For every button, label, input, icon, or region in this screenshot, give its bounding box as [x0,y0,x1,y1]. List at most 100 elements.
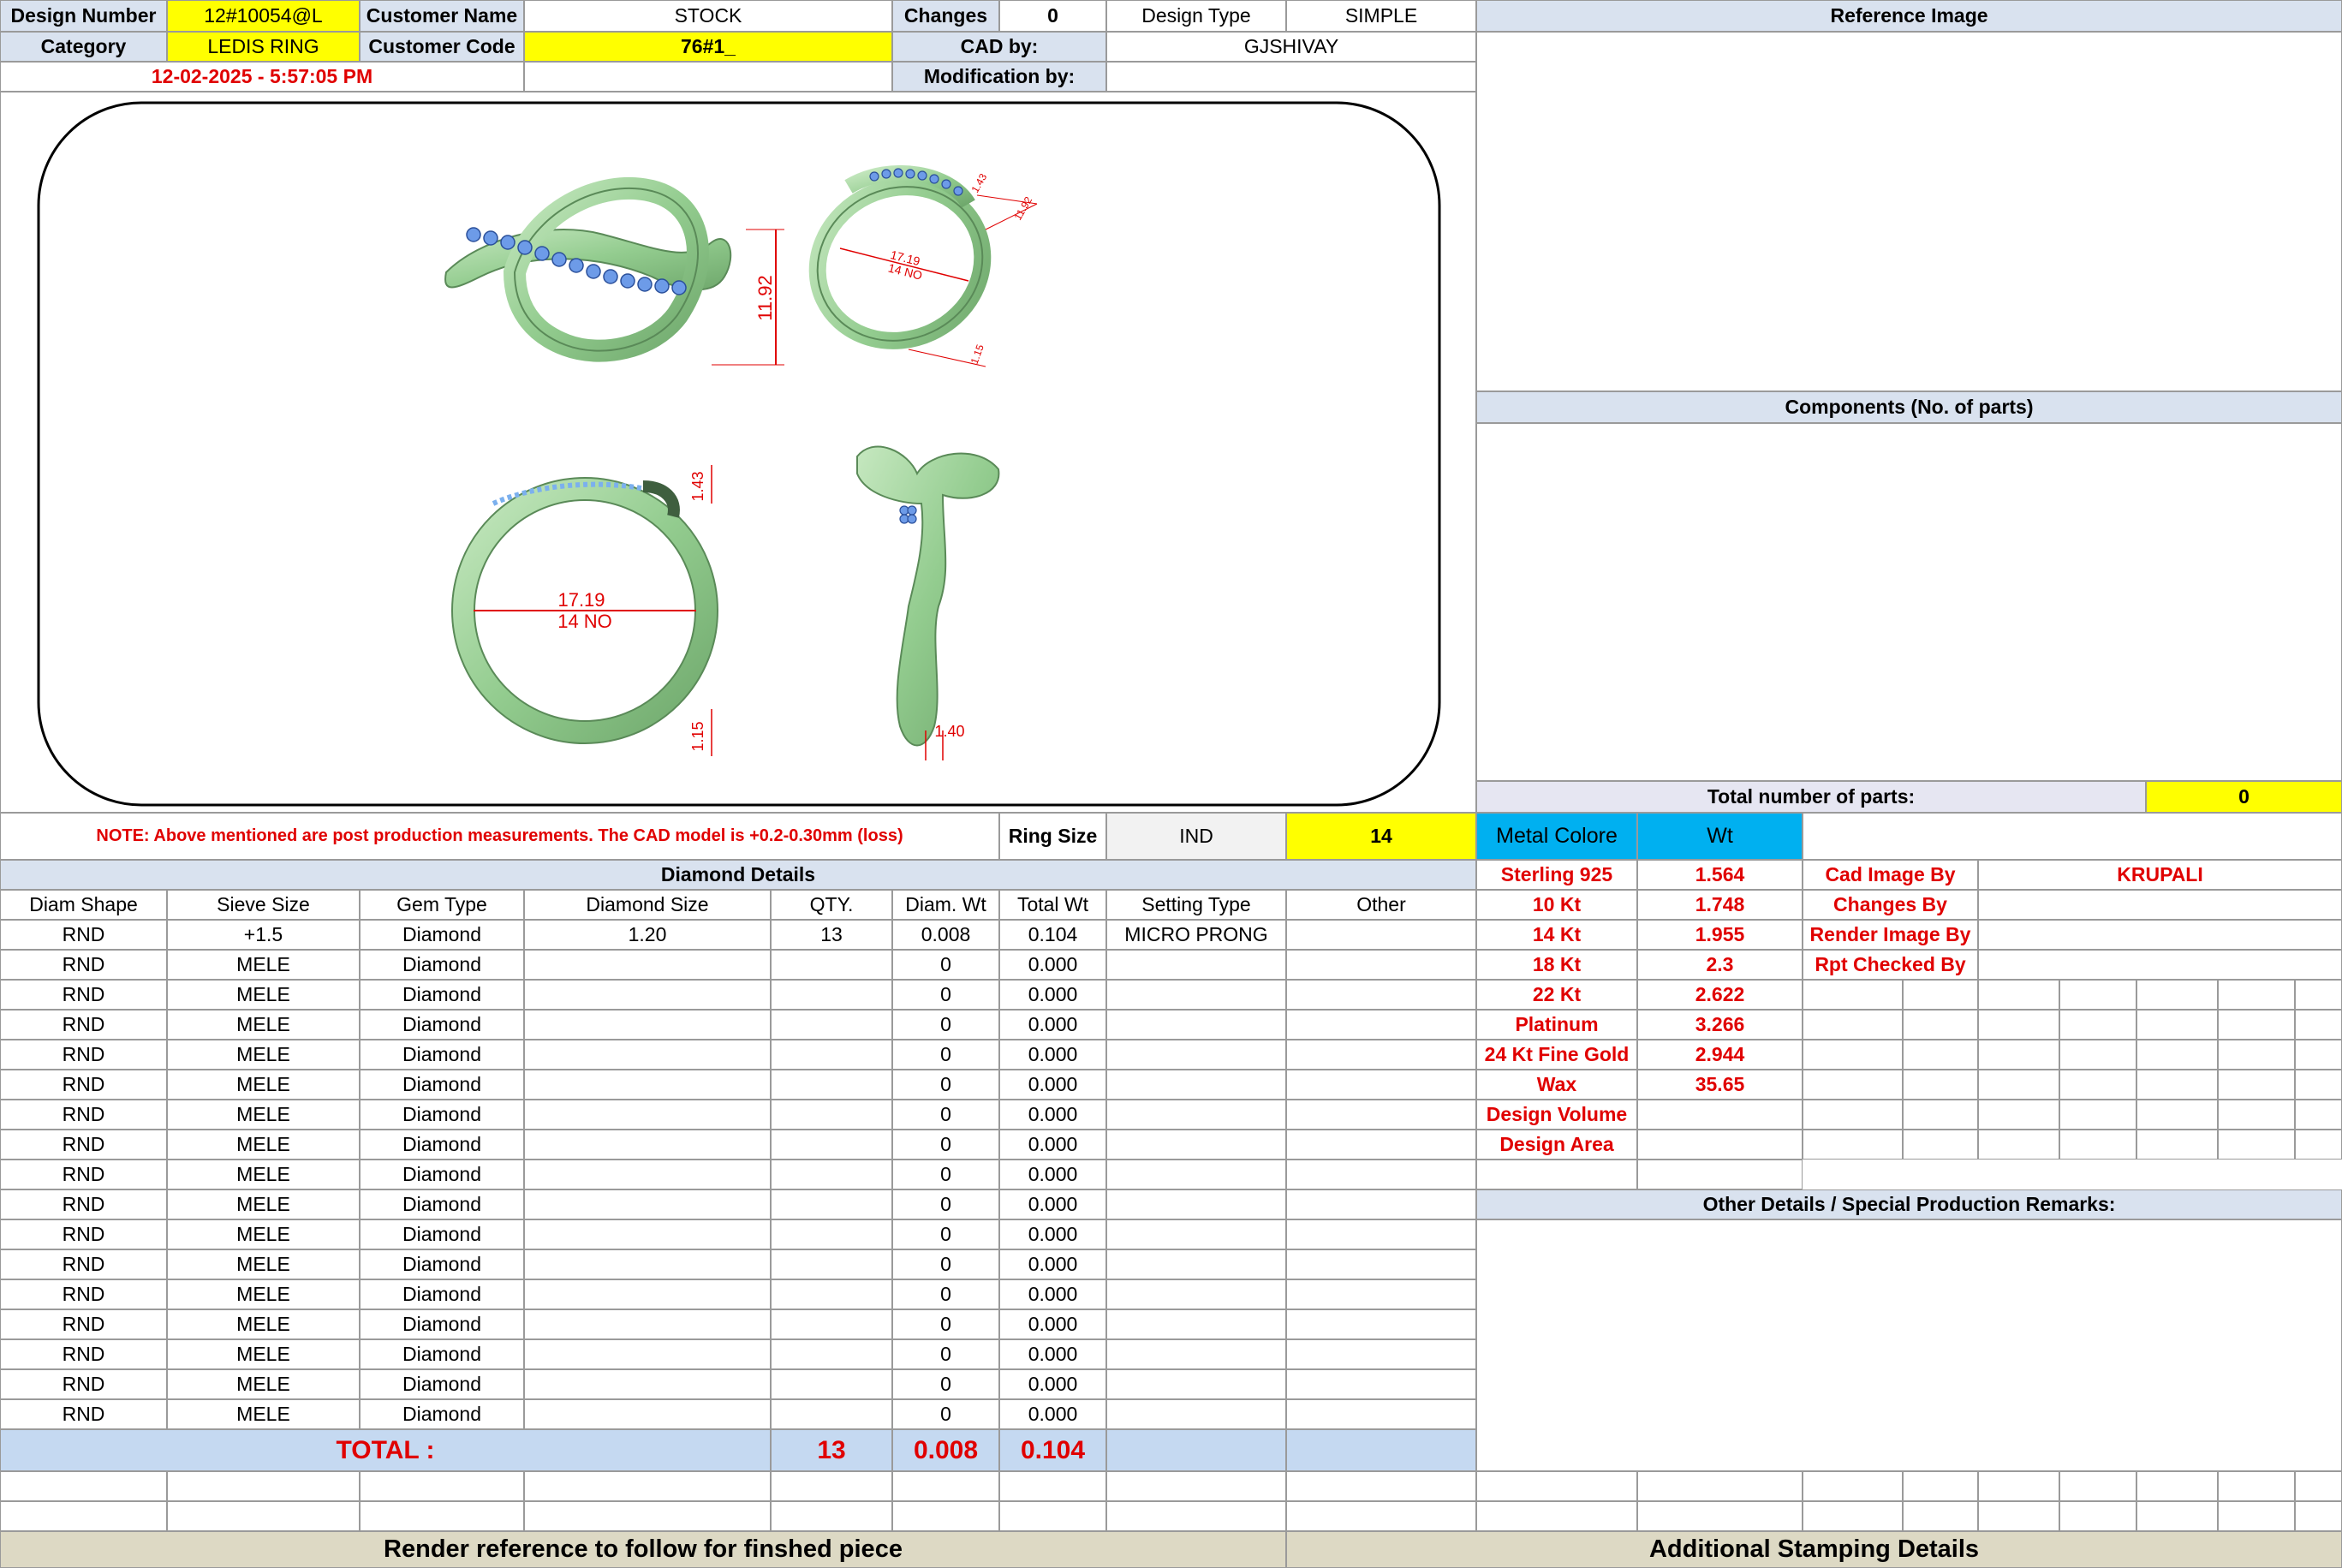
table-cell-diam-wt[interactable]: 0 [892,1249,999,1279]
table-cell-total-wt[interactable]: 0.000 [999,950,1106,980]
table-cell-diamond-size[interactable] [524,1070,771,1100]
table-cell-gem-type[interactable]: Diamond [360,1249,524,1279]
table-cell-gem-type[interactable]: Diamond [360,1339,524,1369]
table-cell-other[interactable] [1286,1339,1476,1369]
table-cell-diam-wt[interactable]: 0 [892,1040,999,1070]
metal-wt[interactable] [1637,1100,1803,1130]
table-cell-setting-type[interactable] [1106,1100,1286,1130]
table-cell-setting-type[interactable] [1106,1010,1286,1040]
metal-wt[interactable]: 1.564 [1637,860,1803,890]
metal-wt[interactable] [1637,1130,1803,1160]
table-cell-diam-wt[interactable]: 0 [892,1339,999,1369]
table-cell-qty[interactable] [771,1279,892,1309]
table-cell-sieve-size[interactable]: MELE [167,1010,360,1040]
table-cell-other[interactable] [1286,1369,1476,1399]
table-cell-diamond-size[interactable] [524,1040,771,1070]
table-cell-setting-type[interactable] [1106,1130,1286,1160]
table-cell-qty[interactable] [771,1189,892,1219]
metal-wt[interactable]: 35.65 [1637,1070,1803,1100]
table-cell-total-wt[interactable]: 0.000 [999,1160,1106,1189]
table-cell-total-wt[interactable]: 0.000 [999,1100,1106,1130]
table-cell-gem-type[interactable]: Diamond [360,1010,524,1040]
table-cell-diam-shape[interactable]: RND [0,1249,167,1279]
table-cell-diam-wt[interactable]: 0 [892,1189,999,1219]
table-cell-diam-wt[interactable]: 0 [892,1100,999,1130]
table-cell-sieve-size[interactable]: MELE [167,1070,360,1100]
table-cell-diam-wt[interactable]: 0 [892,1399,999,1429]
table-cell-diamond-size[interactable] [524,1219,771,1249]
table-cell-other[interactable] [1286,1279,1476,1309]
table-cell-total-wt[interactable]: 0.000 [999,1070,1106,1100]
metal-wt[interactable]: 3.266 [1637,1010,1803,1040]
table-cell-total-wt[interactable]: 0.000 [999,1189,1106,1219]
table-cell-qty[interactable] [771,1040,892,1070]
table-cell-sieve-size[interactable]: MELE [167,950,360,980]
table-cell-total-wt[interactable]: 0.000 [999,1369,1106,1399]
table-cell-diamond-size[interactable] [524,1189,771,1219]
table-cell-gem-type[interactable]: Diamond [360,950,524,980]
table-cell-qty[interactable] [771,1130,892,1160]
table-cell-setting-type[interactable]: MICRO PRONG [1106,920,1286,950]
table-cell-diam-shape[interactable]: RND [0,1339,167,1369]
table-cell-setting-type[interactable] [1106,1040,1286,1070]
table-cell-gem-type[interactable]: Diamond [360,1219,524,1249]
table-cell-diamond-size[interactable] [524,1309,771,1339]
table-cell-total-wt[interactable]: 0.104 [999,920,1106,950]
table-cell-qty[interactable] [771,1160,892,1189]
total-parts-value[interactable]: 0 [2146,781,2342,813]
table-cell-diam-wt[interactable]: 0 [892,1070,999,1100]
table-cell-sieve-size[interactable]: MELE [167,1279,360,1309]
table-cell-qty[interactable]: 13 [771,920,892,950]
table-cell-other[interactable] [1286,1010,1476,1040]
table-cell-gem-type[interactable]: Diamond [360,1399,524,1429]
table-cell-diamond-size[interactable] [524,1100,771,1130]
table-cell-setting-type[interactable] [1106,950,1286,980]
table-cell-diamond-size[interactable] [524,950,771,980]
table-cell-total-wt[interactable]: 0.000 [999,1040,1106,1070]
table-cell-diam-wt[interactable]: 0.008 [892,920,999,950]
table-cell-qty[interactable] [771,1369,892,1399]
category-value[interactable]: LEDIS RING [167,32,360,62]
table-cell-diamond-size[interactable]: 1.20 [524,920,771,950]
table-cell-diam-shape[interactable]: RND [0,1279,167,1309]
table-cell-diam-wt[interactable]: 0 [892,1130,999,1160]
table-cell-setting-type[interactable] [1106,1189,1286,1219]
table-cell-diam-wt[interactable]: 0 [892,1309,999,1339]
table-cell-gem-type[interactable]: Diamond [360,1369,524,1399]
table-cell-diam-shape[interactable]: RND [0,1309,167,1339]
table-cell-qty[interactable] [771,1399,892,1429]
metal-wt[interactable]: 1.955 [1637,920,1803,950]
design-number-value[interactable]: 12#10054@L [167,0,360,32]
table-cell-diam-wt[interactable]: 0 [892,950,999,980]
table-cell-qty[interactable] [771,1249,892,1279]
table-cell-sieve-size[interactable]: MELE [167,1189,360,1219]
table-cell-sieve-size[interactable]: MELE [167,1130,360,1160]
table-cell-diamond-size[interactable] [524,980,771,1010]
table-cell-diamond-size[interactable] [524,1339,771,1369]
table-cell-setting-type[interactable] [1106,1279,1286,1309]
table-cell-setting-type[interactable] [1106,1369,1286,1399]
metal-wt[interactable]: 1.748 [1637,890,1803,920]
table-cell-gem-type[interactable]: Diamond [360,1070,524,1100]
table-cell-diam-shape[interactable]: RND [0,1040,167,1070]
table-cell-diamond-size[interactable] [524,1249,771,1279]
table-cell-diam-wt[interactable]: 0 [892,1160,999,1189]
table-cell-setting-type[interactable] [1106,1249,1286,1279]
credit-value[interactable] [1978,950,2342,980]
table-cell-qty[interactable] [771,1309,892,1339]
table-cell-diam-shape[interactable]: RND [0,1219,167,1249]
table-cell-diamond-size[interactable] [524,1160,771,1189]
table-cell-diam-wt[interactable]: 0 [892,1010,999,1040]
credit-value[interactable] [1978,920,2342,950]
table-cell-diamond-size[interactable] [524,1130,771,1160]
table-cell-qty[interactable] [771,1100,892,1130]
design-type-value[interactable]: SIMPLE [1286,0,1476,32]
table-cell-diamond-size[interactable] [524,1369,771,1399]
table-cell-qty[interactable] [771,1339,892,1369]
table-cell-diam-shape[interactable]: RND [0,920,167,950]
table-cell-sieve-size[interactable]: MELE [167,980,360,1010]
table-cell-diam-shape[interactable]: RND [0,1130,167,1160]
table-cell-diamond-size[interactable] [524,1399,771,1429]
table-cell-other[interactable] [1286,950,1476,980]
table-cell-sieve-size[interactable]: MELE [167,1249,360,1279]
